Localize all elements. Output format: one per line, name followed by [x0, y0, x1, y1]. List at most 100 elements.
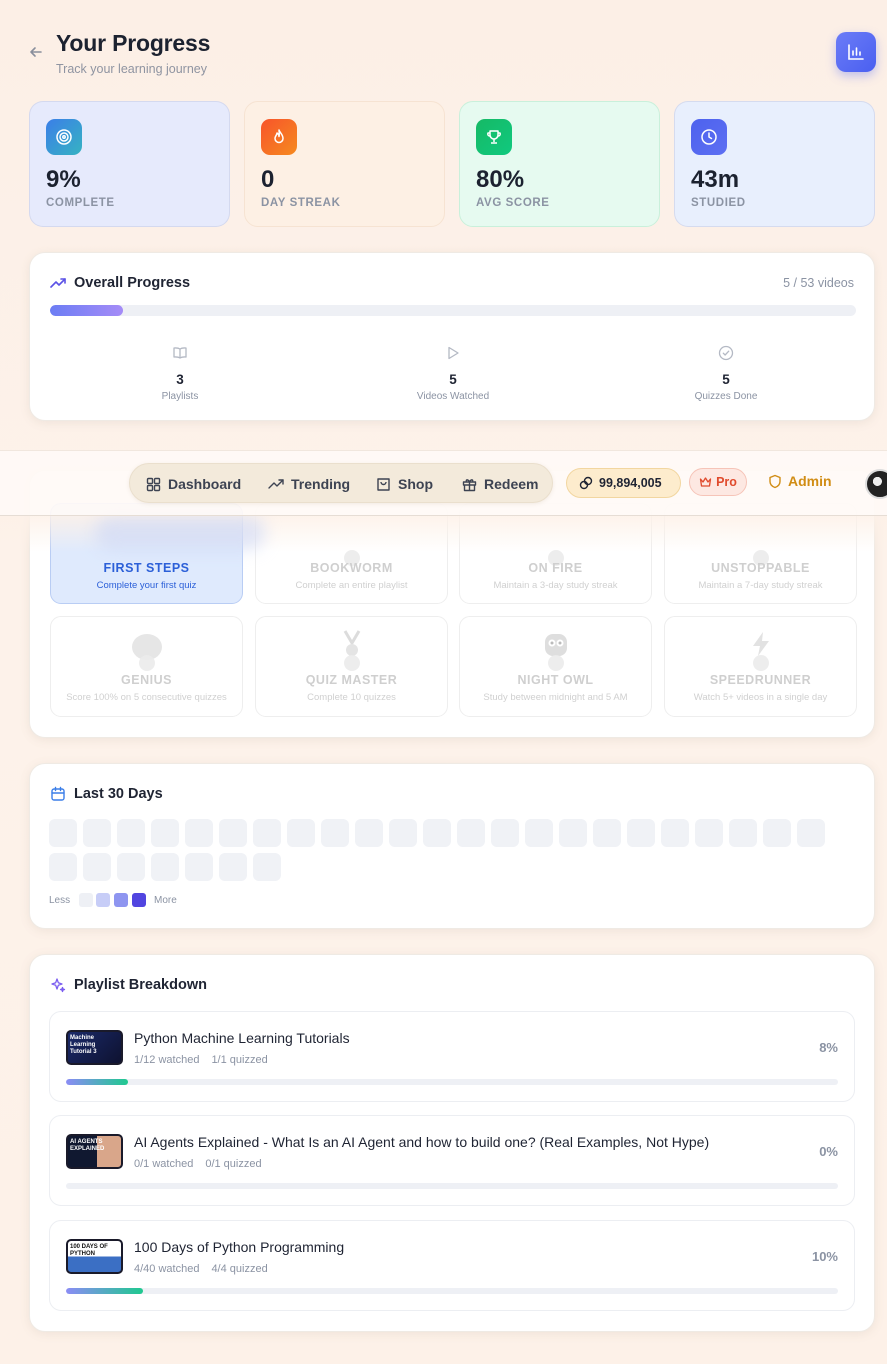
playlist-item[interactable]: AI AGENTS EXPLAINED AI Agents Explained -… [49, 1115, 855, 1206]
playlist-progress-fill [66, 1288, 144, 1294]
pro-badge[interactable]: Pro [689, 468, 747, 496]
achievement-name: GENIUS [121, 673, 172, 687]
day-cell [151, 853, 179, 881]
lock-icon [344, 655, 360, 671]
achievement-quiz-master[interactable]: QUIZ MASTER Complete 10 quizzes [255, 616, 448, 717]
page-subtitle: Track your learning journey [56, 62, 207, 76]
legend-level-2 [114, 893, 128, 907]
stat-value: 43m [691, 166, 740, 193]
achievement-name: ON FIRE [528, 561, 583, 575]
achievement-desc: Maintain a 3-day study streak [493, 580, 618, 591]
playlist-percent: 10% [811, 1249, 838, 1264]
achievement-name: SPEEDRUNNER [709, 673, 812, 687]
stats-chart-button[interactable] [836, 32, 876, 72]
coins-icon [579, 476, 593, 490]
nav-trending[interactable]: Trending [268, 464, 350, 504]
day-cell [287, 819, 315, 847]
day-cell [151, 819, 179, 847]
day-cell [355, 819, 383, 847]
day-cell [219, 853, 247, 881]
achievement-desc: Complete an entire playlist [295, 580, 408, 591]
achievement-genius[interactable]: GENIUS Score 100% on 5 consecutive quizz… [50, 616, 243, 717]
overall-progress-fill [50, 305, 123, 316]
card-title: Playlist Breakdown [74, 977, 207, 993]
legend-more: More [154, 895, 177, 906]
overall-stat-label: Quizzes Done [694, 391, 758, 402]
stat-card-studied: 43m STUDIED [674, 101, 875, 227]
day-cell [389, 819, 417, 847]
achievement-night-owl[interactable]: NIGHT OWL Study between midnight and 5 A… [459, 616, 652, 717]
nav-dashboard-label: Dashboard [168, 476, 242, 492]
day-cell [525, 819, 553, 847]
admin-link[interactable]: Admin [768, 473, 832, 489]
nav-redeem[interactable]: Redeem [462, 464, 538, 504]
achievement-speedrunner[interactable]: SPEEDRUNNER Watch 5+ videos in a single … [664, 616, 857, 717]
day-cell [49, 819, 77, 847]
overall-stat-label: Playlists [161, 391, 199, 402]
stat-card-complete: 9% COMPLETE [29, 101, 230, 227]
day-cell [117, 819, 145, 847]
trophy-icon [476, 119, 512, 155]
nav-shop-label: Shop [398, 476, 433, 492]
overall-stat-label: Videos Watched [416, 391, 490, 402]
playlist-title: AI Agents Explained - What Is an AI Agen… [134, 1134, 710, 1150]
playlist-progress-bar [66, 1079, 838, 1085]
legend-level-0 [79, 893, 93, 907]
nav-pill: Dashboard Trending Shop Redeem [129, 463, 553, 503]
playlist-meta: 0/1 watched 0/1 quizzed [134, 1158, 262, 1170]
day-cell [185, 853, 213, 881]
nav-shop[interactable]: Shop [376, 464, 433, 504]
nav-dashboard[interactable]: Dashboard [146, 464, 241, 504]
back-arrow-icon[interactable] [28, 44, 44, 60]
nav-shadow-blob [95, 516, 265, 550]
coin-balance-badge[interactable]: 99,894,005 [566, 468, 681, 498]
day-cell [797, 819, 825, 847]
trending-up-icon [268, 478, 284, 489]
day-cell [83, 819, 111, 847]
avatar[interactable] [865, 469, 887, 499]
flame-icon [261, 119, 297, 155]
lock-icon [139, 655, 155, 671]
grid-icon [146, 477, 161, 491]
playlist-progress-bar [66, 1288, 838, 1294]
achievement-desc: Complete your first quiz [96, 580, 197, 591]
playlist-title: Python Machine Learning Tutorials [134, 1030, 350, 1046]
trending-up-icon [50, 278, 66, 288]
playlist-thumbnail: 100 DAYS OF PYTHON [66, 1239, 123, 1274]
day-cell [321, 819, 349, 847]
overall-stat-videos: 5 Videos Watched [393, 345, 513, 402]
day-cell [627, 819, 655, 847]
sparkles-icon [51, 978, 66, 993]
achievement-desc: Score 100% on 5 consecutive quizzes [66, 692, 227, 703]
achievement-name: UNSTOPPABLE [711, 561, 810, 575]
achievement-desc: Watch 5+ videos in a single day [693, 692, 828, 703]
card-title: Overall Progress [74, 275, 191, 291]
playlist-item[interactable]: Machine Learning Tutorial 3 Python Machin… [49, 1011, 855, 1102]
day-cell [423, 819, 451, 847]
playlist-thumbnail: Machine Learning Tutorial 3 [66, 1030, 123, 1065]
stat-card-streak: 0 DAY STREAK [244, 101, 445, 227]
shopping-bag-icon [377, 477, 390, 491]
book-open-icon [173, 347, 187, 359]
day-cell [763, 819, 791, 847]
day-cell [457, 819, 485, 847]
card-title: Last 30 Days [74, 786, 163, 802]
day-cell [695, 819, 723, 847]
day-cell [185, 819, 213, 847]
day-cell [219, 819, 247, 847]
achievement-desc: Maintain a 7-day study streak [698, 580, 823, 591]
legend-less: Less [49, 895, 71, 906]
target-icon [46, 119, 82, 155]
playlist-item[interactable]: 100 DAYS OF PYTHON 100 Days of Python Pro… [49, 1220, 855, 1311]
day-cell [661, 819, 689, 847]
achievement-name: NIGHT OWL [517, 673, 594, 687]
playlist-progress-bar [66, 1183, 838, 1189]
shield-icon [769, 474, 781, 488]
day-cell [117, 853, 145, 881]
stat-value: 0 [261, 166, 275, 193]
pro-label: Pro [716, 475, 737, 489]
achievement-name: BOOKWORM [310, 561, 393, 575]
playlist-title: 100 Days of Python Programming [134, 1239, 345, 1255]
lock-icon [548, 655, 564, 671]
crown-icon [699, 477, 712, 487]
